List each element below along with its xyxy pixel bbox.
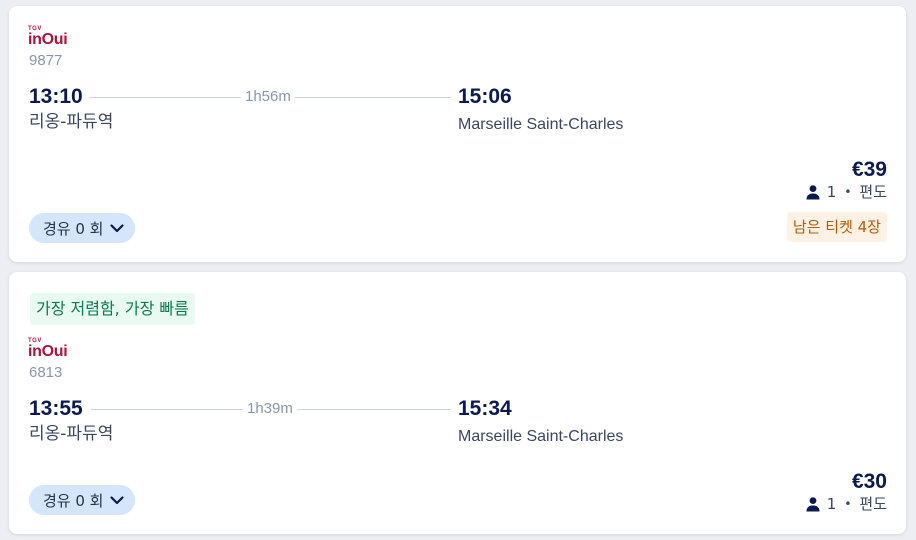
arrival-time: 15:34 [458, 397, 512, 420]
trip-duration: 1h39m [243, 400, 297, 418]
train-number: 9877 [29, 52, 63, 69]
passenger-count: 1 [826, 183, 837, 201]
departure-time: 13:55 [29, 397, 83, 420]
train-number: 6813 [29, 364, 63, 381]
tgv-inoui-logo: TGV inOui [28, 26, 68, 48]
stops-toggle-button[interactable]: 경유 0 회 [29, 213, 136, 243]
chevron-down-icon [110, 496, 125, 505]
separator-dot: • [844, 497, 852, 511]
price: €39 [851, 158, 887, 181]
tgv-inoui-logo: TGV inOui [28, 338, 68, 360]
person-icon [806, 497, 820, 512]
person-icon [806, 185, 820, 200]
destination-station: Marseille Saint-Charles [458, 116, 624, 133]
price: €30 [851, 470, 887, 493]
destination-station: Marseille Saint-Charles [458, 428, 624, 445]
train-result-card[interactable]: TGV inOui 9877 13:10 1h56m 15:06 리옹-파듀역 … [9, 6, 906, 262]
trip-duration: 1h56m [241, 88, 295, 106]
passenger-count: 1 [826, 495, 837, 513]
stops-label: 경유 0 회 [43, 491, 104, 510]
passenger-info: 1 • 편도 [805, 183, 887, 201]
train-result-card[interactable]: 가장 저렴함, 가장 빠름 TGV inOui 6813 13:55 1h39m… [9, 272, 906, 534]
origin-station: 리옹-파듀역 [29, 424, 114, 444]
passenger-info: 1 • 편도 [805, 495, 887, 513]
cheapest-fastest-badge: 가장 저렴함, 가장 빠름 [30, 293, 195, 325]
trip-type: 편도 [859, 495, 887, 513]
separator-dot: • [844, 185, 852, 199]
stops-toggle-button[interactable]: 경유 0 회 [29, 485, 136, 515]
tickets-left-badge: 남은 티켓 4장 [786, 212, 887, 242]
trip-type: 편도 [859, 183, 887, 201]
departure-time: 13:10 [29, 85, 83, 108]
chevron-down-icon [110, 224, 125, 233]
origin-station: 리옹-파듀역 [29, 112, 114, 132]
arrival-time: 15:06 [458, 85, 512, 108]
stops-label: 경유 0 회 [43, 219, 104, 238]
